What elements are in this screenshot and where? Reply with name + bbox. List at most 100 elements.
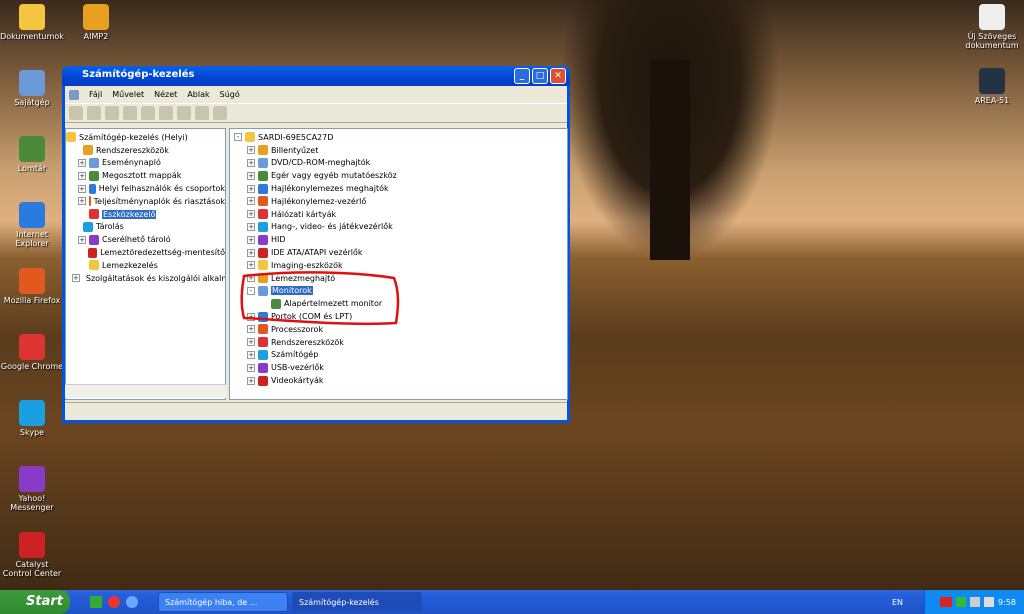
device-icon bbox=[258, 170, 268, 181]
collapse-icon[interactable]: - bbox=[234, 133, 242, 142]
expand-icon[interactable]: + bbox=[247, 248, 255, 257]
expand-icon[interactable]: + bbox=[247, 158, 255, 167]
desktop-icon-label: AIMP2 bbox=[83, 32, 109, 41]
expand-icon[interactable]: + bbox=[78, 171, 86, 180]
quicklaunch-ie-icon[interactable] bbox=[126, 596, 138, 608]
desktop-icon[interactable]: Dokumentumok bbox=[0, 4, 64, 41]
view-icon[interactable] bbox=[195, 106, 209, 120]
show-hide-tree-icon[interactable] bbox=[123, 106, 137, 120]
desktop-icon[interactable]: Lomtár bbox=[0, 136, 64, 173]
desktop-icon[interactable]: AREA-51 bbox=[960, 68, 1024, 105]
tree-item[interactable]: - SARDI-69E5CA27D bbox=[230, 131, 567, 144]
maximize-button[interactable]: □ bbox=[532, 68, 548, 84]
desktop-icon[interactable]: Internet Explorer bbox=[0, 202, 64, 248]
desktop-icon[interactable]: Új Szöveges dokumentum bbox=[960, 4, 1024, 50]
tree-item[interactable]: + IDE ATA/ATAPI vezérlők bbox=[230, 246, 567, 259]
tray-icon[interactable] bbox=[956, 597, 967, 607]
tree-item[interactable]: Lemezkezelés bbox=[66, 259, 225, 272]
menu-item[interactable]: Ablak bbox=[187, 90, 209, 99]
clock[interactable]: 9:58 bbox=[998, 598, 1016, 607]
menu-item[interactable]: Súgó bbox=[220, 90, 240, 99]
minimize-button[interactable]: _ bbox=[514, 68, 530, 84]
tree-item[interactable]: Számítógép-kezelés (Helyi) bbox=[66, 131, 225, 144]
tree-item[interactable]: + Számítógép bbox=[230, 349, 567, 362]
window-menu-icon[interactable] bbox=[69, 89, 79, 100]
menu-item[interactable]: Fájl bbox=[89, 90, 102, 99]
menu-item[interactable]: Művelet bbox=[112, 90, 144, 99]
tree-item[interactable]: Tárolás bbox=[66, 221, 225, 234]
expand-icon[interactable]: + bbox=[72, 274, 80, 283]
expand-icon[interactable]: + bbox=[78, 197, 86, 206]
tree-item[interactable]: Eszközkezelő bbox=[66, 208, 225, 221]
tree-item[interactable]: + Cserélhető tároló bbox=[66, 233, 225, 246]
menu-item[interactable]: Nézet bbox=[154, 90, 177, 99]
expand-icon[interactable]: + bbox=[247, 184, 255, 193]
task-computer-management[interactable]: Számítógép-kezelés bbox=[292, 592, 422, 612]
tree-item[interactable]: + Billentyűzet bbox=[230, 144, 567, 157]
language-indicator[interactable]: EN bbox=[892, 598, 903, 607]
tree-item[interactable]: + Eseménynapló bbox=[66, 157, 225, 170]
help-icon[interactable] bbox=[177, 106, 191, 120]
desktop-icon-image bbox=[19, 4, 45, 30]
tree-item[interactable]: Lemeztöredezettség-mentesítő bbox=[66, 246, 225, 259]
tree-item[interactable]: + Helyi felhasználók és csoportok bbox=[66, 182, 225, 195]
desktop-icon[interactable]: Yahoo! Messenger bbox=[0, 466, 64, 512]
device-icon bbox=[258, 247, 268, 258]
desktop-icon[interactable]: AIMP2 bbox=[64, 4, 128, 41]
tree-item[interactable]: + Teljesítménynaplók és riasztások bbox=[66, 195, 225, 208]
device-tree[interactable]: - SARDI-69E5CA27D + Billentyűzet + DVD/CD-ROM… bbox=[229, 128, 568, 400]
tree-item[interactable]: + USB-vezérlők bbox=[230, 361, 567, 374]
properties-icon[interactable] bbox=[141, 106, 155, 120]
print-icon[interactable] bbox=[159, 106, 173, 120]
title-bar[interactable]: Számítógép-kezelés _ □ ✕ bbox=[62, 66, 570, 86]
desktop-icon[interactable]: Sajátgép bbox=[0, 70, 64, 107]
expand-icon[interactable]: + bbox=[247, 235, 255, 244]
network-icon[interactable] bbox=[970, 597, 981, 607]
expand-icon[interactable]: + bbox=[78, 235, 86, 244]
tree-item[interactable]: + Egér vagy egyéb mutatóeszköz bbox=[230, 169, 567, 182]
tree-item[interactable]: Rendszereszközök bbox=[66, 144, 225, 157]
quicklaunch-aimp-icon[interactable] bbox=[90, 596, 102, 608]
tree-item-label: Szolgáltatások és kiszolgálói alkalmazás… bbox=[85, 273, 225, 283]
up-folder-icon[interactable] bbox=[105, 106, 119, 120]
expand-icon[interactable]: + bbox=[78, 184, 86, 193]
ati-tray-icon[interactable] bbox=[940, 597, 953, 607]
expand-icon[interactable]: + bbox=[247, 376, 255, 385]
back-icon[interactable] bbox=[69, 106, 83, 120]
expand-icon[interactable]: + bbox=[247, 222, 255, 231]
expand-icon[interactable]: + bbox=[247, 350, 255, 359]
desktop-icon[interactable]: Skype bbox=[0, 400, 64, 437]
tree-item[interactable]: + Szolgáltatások és kiszolgálói alkalmazá… bbox=[66, 272, 225, 285]
close-button[interactable]: ✕ bbox=[550, 68, 566, 84]
scan-hardware-icon[interactable] bbox=[213, 106, 227, 120]
tree-item[interactable]: + Rendszereszközök bbox=[230, 336, 567, 349]
task-chrome[interactable]: Számítógép hiba, de ... bbox=[158, 592, 288, 612]
expand-icon[interactable]: + bbox=[247, 171, 255, 180]
desktop-icon[interactable]: Mozilla Firefox bbox=[0, 268, 64, 305]
tree-item[interactable]: + Hálózati kártyák bbox=[230, 208, 567, 221]
volume-icon[interactable] bbox=[984, 597, 995, 607]
expand-icon[interactable]: + bbox=[247, 210, 255, 219]
console-tree[interactable]: Számítógép-kezelés (Helyi) Rendszereszköz… bbox=[65, 128, 226, 400]
tree-item[interactable]: + Megosztott mappák bbox=[66, 169, 225, 182]
tree-item[interactable]: + Hang-, video- és játékvezérlők bbox=[230, 221, 567, 234]
expand-icon[interactable]: + bbox=[247, 363, 255, 372]
window-title: Számítógép-kezelés bbox=[82, 69, 195, 80]
expand-icon[interactable]: + bbox=[78, 158, 86, 167]
tree-item-label: Videokártyák bbox=[271, 376, 324, 386]
expand-icon[interactable]: + bbox=[247, 197, 255, 206]
desktop-icon[interactable]: Google Chrome bbox=[0, 334, 64, 371]
quicklaunch-chrome-icon[interactable] bbox=[108, 596, 120, 608]
tree-item[interactable]: + DVD/CD-ROM-meghajtók bbox=[230, 157, 567, 170]
horizontal-scrollbar[interactable] bbox=[65, 384, 226, 398]
tree-item[interactable]: + Videokártyák bbox=[230, 374, 567, 387]
expand-icon[interactable]: + bbox=[247, 338, 255, 347]
start-button[interactable]: Start bbox=[0, 590, 70, 614]
tree-item[interactable]: + HID bbox=[230, 233, 567, 246]
expand-icon[interactable]: + bbox=[247, 146, 255, 155]
tree-item-label: USB-vezérlők bbox=[271, 363, 324, 373]
forward-icon[interactable] bbox=[87, 106, 101, 120]
tree-item[interactable]: + Hajlékonylemez-vezérlő bbox=[230, 195, 567, 208]
tree-item[interactable]: + Hajlékonylemezes meghajtók bbox=[230, 182, 567, 195]
desktop-icon[interactable]: Catalyst Control Center bbox=[0, 532, 64, 578]
